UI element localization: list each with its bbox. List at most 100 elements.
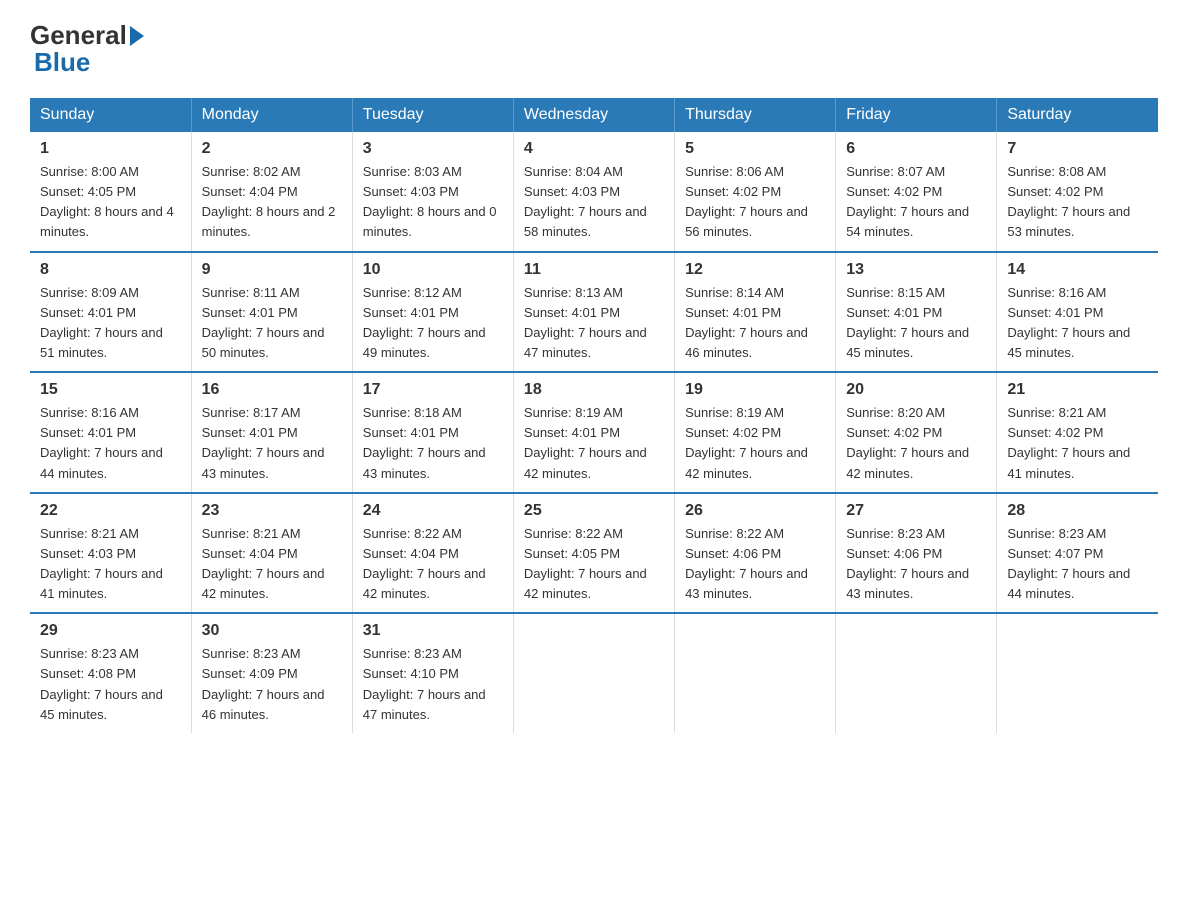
day-info: Sunrise: 8:19 AMSunset: 4:02 PMDaylight:… (685, 405, 808, 480)
calendar-day-cell: 4 Sunrise: 8:04 AMSunset: 4:03 PMDayligh… (513, 132, 674, 252)
day-info: Sunrise: 8:23 AMSunset: 4:08 PMDaylight:… (40, 646, 163, 721)
day-number: 1 (40, 140, 181, 158)
calendar-day-cell (513, 613, 674, 733)
day-number: 10 (363, 261, 503, 279)
calendar-day-cell: 21 Sunrise: 8:21 AMSunset: 4:02 PMDaylig… (997, 372, 1158, 493)
day-info: Sunrise: 8:23 AMSunset: 4:09 PMDaylight:… (202, 646, 325, 721)
calendar-day-cell: 19 Sunrise: 8:19 AMSunset: 4:02 PMDaylig… (675, 372, 836, 493)
day-number: 26 (685, 502, 825, 520)
day-number: 9 (202, 261, 342, 279)
calendar-day-cell (675, 613, 836, 733)
day-info: Sunrise: 8:02 AMSunset: 4:04 PMDaylight:… (202, 164, 336, 239)
day-info: Sunrise: 8:15 AMSunset: 4:01 PMDaylight:… (846, 285, 969, 360)
day-info: Sunrise: 8:07 AMSunset: 4:02 PMDaylight:… (846, 164, 969, 239)
day-number: 25 (524, 502, 664, 520)
day-number: 20 (846, 381, 986, 399)
day-number: 14 (1007, 261, 1148, 279)
day-number: 13 (846, 261, 986, 279)
calendar-day-cell: 24 Sunrise: 8:22 AMSunset: 4:04 PMDaylig… (352, 493, 513, 614)
day-number: 3 (363, 140, 503, 158)
header-thursday: Thursday (675, 98, 836, 132)
calendar-day-cell: 11 Sunrise: 8:13 AMSunset: 4:01 PMDaylig… (513, 252, 674, 373)
calendar-day-cell: 12 Sunrise: 8:14 AMSunset: 4:01 PMDaylig… (675, 252, 836, 373)
logo: General Blue (30, 20, 147, 78)
page-header: General Blue (30, 20, 1158, 78)
day-number: 19 (685, 381, 825, 399)
calendar-day-cell: 30 Sunrise: 8:23 AMSunset: 4:09 PMDaylig… (191, 613, 352, 733)
day-info: Sunrise: 8:17 AMSunset: 4:01 PMDaylight:… (202, 405, 325, 480)
calendar-day-cell: 29 Sunrise: 8:23 AMSunset: 4:08 PMDaylig… (30, 613, 191, 733)
day-info: Sunrise: 8:18 AMSunset: 4:01 PMDaylight:… (363, 405, 486, 480)
day-number: 5 (685, 140, 825, 158)
day-number: 24 (363, 502, 503, 520)
calendar-day-cell: 9 Sunrise: 8:11 AMSunset: 4:01 PMDayligh… (191, 252, 352, 373)
day-info: Sunrise: 8:00 AMSunset: 4:05 PMDaylight:… (40, 164, 174, 239)
day-number: 15 (40, 381, 181, 399)
header-monday: Monday (191, 98, 352, 132)
day-info: Sunrise: 8:22 AMSunset: 4:06 PMDaylight:… (685, 526, 808, 601)
calendar-day-cell: 25 Sunrise: 8:22 AMSunset: 4:05 PMDaylig… (513, 493, 674, 614)
day-number: 30 (202, 622, 342, 640)
day-number: 29 (40, 622, 181, 640)
header-sunday: Sunday (30, 98, 191, 132)
calendar-day-cell (836, 613, 997, 733)
day-number: 23 (202, 502, 342, 520)
day-info: Sunrise: 8:04 AMSunset: 4:03 PMDaylight:… (524, 164, 647, 239)
calendar-day-cell: 28 Sunrise: 8:23 AMSunset: 4:07 PMDaylig… (997, 493, 1158, 614)
day-info: Sunrise: 8:14 AMSunset: 4:01 PMDaylight:… (685, 285, 808, 360)
day-info: Sunrise: 8:23 AMSunset: 4:07 PMDaylight:… (1007, 526, 1130, 601)
logo-arrow-icon (130, 26, 144, 46)
header-tuesday: Tuesday (352, 98, 513, 132)
calendar-day-cell: 13 Sunrise: 8:15 AMSunset: 4:01 PMDaylig… (836, 252, 997, 373)
calendar-day-cell: 6 Sunrise: 8:07 AMSunset: 4:02 PMDayligh… (836, 132, 997, 252)
day-number: 6 (846, 140, 986, 158)
day-number: 4 (524, 140, 664, 158)
day-info: Sunrise: 8:06 AMSunset: 4:02 PMDaylight:… (685, 164, 808, 239)
calendar-day-cell: 10 Sunrise: 8:12 AMSunset: 4:01 PMDaylig… (352, 252, 513, 373)
day-number: 21 (1007, 381, 1148, 399)
day-number: 8 (40, 261, 181, 279)
day-number: 12 (685, 261, 825, 279)
calendar-week-row: 29 Sunrise: 8:23 AMSunset: 4:08 PMDaylig… (30, 613, 1158, 733)
header-wednesday: Wednesday (513, 98, 674, 132)
calendar-table: SundayMondayTuesdayWednesdayThursdayFrid… (30, 98, 1158, 733)
calendar-day-cell (997, 613, 1158, 733)
calendar-week-row: 8 Sunrise: 8:09 AMSunset: 4:01 PMDayligh… (30, 252, 1158, 373)
calendar-day-cell: 14 Sunrise: 8:16 AMSunset: 4:01 PMDaylig… (997, 252, 1158, 373)
calendar-day-cell: 17 Sunrise: 8:18 AMSunset: 4:01 PMDaylig… (352, 372, 513, 493)
day-info: Sunrise: 8:22 AMSunset: 4:04 PMDaylight:… (363, 526, 486, 601)
day-info: Sunrise: 8:21 AMSunset: 4:03 PMDaylight:… (40, 526, 163, 601)
header-friday: Friday (836, 98, 997, 132)
day-info: Sunrise: 8:16 AMSunset: 4:01 PMDaylight:… (40, 405, 163, 480)
calendar-week-row: 22 Sunrise: 8:21 AMSunset: 4:03 PMDaylig… (30, 493, 1158, 614)
day-info: Sunrise: 8:08 AMSunset: 4:02 PMDaylight:… (1007, 164, 1130, 239)
day-info: Sunrise: 8:23 AMSunset: 4:06 PMDaylight:… (846, 526, 969, 601)
day-number: 18 (524, 381, 664, 399)
day-info: Sunrise: 8:23 AMSunset: 4:10 PMDaylight:… (363, 646, 486, 721)
day-number: 27 (846, 502, 986, 520)
calendar-day-cell: 16 Sunrise: 8:17 AMSunset: 4:01 PMDaylig… (191, 372, 352, 493)
day-number: 31 (363, 622, 503, 640)
day-info: Sunrise: 8:12 AMSunset: 4:01 PMDaylight:… (363, 285, 486, 360)
calendar-day-cell: 1 Sunrise: 8:00 AMSunset: 4:05 PMDayligh… (30, 132, 191, 252)
day-number: 2 (202, 140, 342, 158)
calendar-day-cell: 20 Sunrise: 8:20 AMSunset: 4:02 PMDaylig… (836, 372, 997, 493)
calendar-day-cell: 5 Sunrise: 8:06 AMSunset: 4:02 PMDayligh… (675, 132, 836, 252)
day-number: 17 (363, 381, 503, 399)
logo-blue: Blue (34, 47, 90, 78)
day-info: Sunrise: 8:16 AMSunset: 4:01 PMDaylight:… (1007, 285, 1130, 360)
day-info: Sunrise: 8:21 AMSunset: 4:02 PMDaylight:… (1007, 405, 1130, 480)
calendar-day-cell: 15 Sunrise: 8:16 AMSunset: 4:01 PMDaylig… (30, 372, 191, 493)
calendar-week-row: 15 Sunrise: 8:16 AMSunset: 4:01 PMDaylig… (30, 372, 1158, 493)
calendar-day-cell: 18 Sunrise: 8:19 AMSunset: 4:01 PMDaylig… (513, 372, 674, 493)
calendar-day-cell: 27 Sunrise: 8:23 AMSunset: 4:06 PMDaylig… (836, 493, 997, 614)
day-number: 7 (1007, 140, 1148, 158)
calendar-header-row: SundayMondayTuesdayWednesdayThursdayFrid… (30, 98, 1158, 132)
calendar-day-cell: 23 Sunrise: 8:21 AMSunset: 4:04 PMDaylig… (191, 493, 352, 614)
calendar-day-cell: 2 Sunrise: 8:02 AMSunset: 4:04 PMDayligh… (191, 132, 352, 252)
calendar-day-cell: 31 Sunrise: 8:23 AMSunset: 4:10 PMDaylig… (352, 613, 513, 733)
day-info: Sunrise: 8:21 AMSunset: 4:04 PMDaylight:… (202, 526, 325, 601)
day-info: Sunrise: 8:13 AMSunset: 4:01 PMDaylight:… (524, 285, 647, 360)
calendar-day-cell: 7 Sunrise: 8:08 AMSunset: 4:02 PMDayligh… (997, 132, 1158, 252)
day-info: Sunrise: 8:22 AMSunset: 4:05 PMDaylight:… (524, 526, 647, 601)
